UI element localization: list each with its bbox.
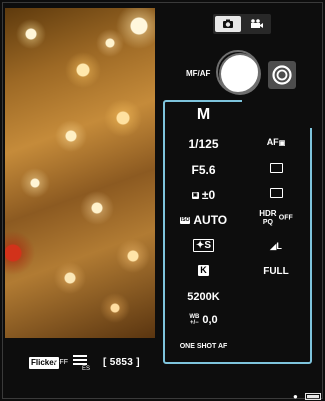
metering-mode[interactable] xyxy=(242,163,310,175)
af-method-label: AF xyxy=(266,137,279,147)
wb-shift-icon: WB +/− xyxy=(189,314,200,327)
iso[interactable]: ISO AUTO xyxy=(165,213,242,227)
record-symbol-icon xyxy=(272,65,292,85)
tab-photo[interactable] xyxy=(215,16,241,32)
af-method[interactable]: AF▣ xyxy=(242,137,310,147)
color-temperature[interactable]: 5200K xyxy=(165,291,242,303)
quality-value: L xyxy=(276,241,282,251)
exposure-comp-value: ±0 xyxy=(201,188,216,202)
mf-af-toggle[interactable]: MF/AF xyxy=(186,69,210,78)
record-icon[interactable] xyxy=(268,61,296,89)
exposure-compensation[interactable]: ▣ ±0 xyxy=(165,188,242,202)
mode-tabs xyxy=(213,14,271,34)
shutter-button-icon[interactable] xyxy=(216,50,260,94)
aperture[interactable]: F5.6 xyxy=(165,163,242,177)
exposure-comp-icon: ▣ xyxy=(191,192,199,200)
iso-icon: ISO xyxy=(179,217,191,225)
settings-left-column: M 1/125 F5.6 ▣ ±0 ISO AUTO ✦S K 5200K WB… xyxy=(165,102,242,362)
drive-mode[interactable] xyxy=(242,188,310,200)
wb-shift-value: 0,0 xyxy=(202,314,218,326)
shutter-speed[interactable]: 1/125 xyxy=(165,137,242,151)
wb-shift[interactable]: WB +/− 0,0 xyxy=(165,314,242,326)
hdr-mode[interactable]: HDR PQ OFF xyxy=(242,210,310,227)
video-camera-icon xyxy=(251,19,263,28)
camera-small-icon: ● xyxy=(293,392,298,401)
hdr-stack: HDR PQ xyxy=(259,210,276,227)
iso-value: AUTO xyxy=(193,213,228,227)
settings-right-column: AF▣ HDR PQ OFF ◢L FULL xyxy=(242,102,310,362)
wb-kelvin-icon: K xyxy=(198,265,209,276)
shot-count: [ 5853 ] xyxy=(103,357,140,368)
white-balance[interactable]: K xyxy=(165,265,242,276)
af-method-icon: ▣ xyxy=(278,140,286,147)
image-quality[interactable]: ◢L xyxy=(242,241,310,251)
drive-mode-icon xyxy=(269,188,283,198)
flicker-state: OFF xyxy=(54,359,68,366)
hdr-label: HDR xyxy=(259,209,277,218)
hdr-state: OFF xyxy=(278,214,293,222)
quick-settings-panel: M 1/125 F5.6 ▣ ±0 ISO AUTO ✦S K 5200K WB… xyxy=(163,100,312,364)
movie-size[interactable]: FULL xyxy=(242,266,310,277)
picture-style-value: S xyxy=(204,240,212,251)
hdr-sub: PQ xyxy=(262,219,273,226)
picture-style[interactable]: ✦S xyxy=(165,239,242,252)
shooting-mode[interactable]: M xyxy=(165,106,242,124)
menu-sub-label: ES xyxy=(82,366,91,372)
tab-video[interactable] xyxy=(244,16,269,32)
af-operation[interactable]: ONE SHOT AF xyxy=(165,343,242,350)
live-view[interactable] xyxy=(5,8,155,338)
battery-icon xyxy=(305,393,321,400)
picture-style-icon: ✦S xyxy=(192,239,215,252)
metering-icon xyxy=(269,163,283,173)
camera-icon xyxy=(223,19,233,28)
